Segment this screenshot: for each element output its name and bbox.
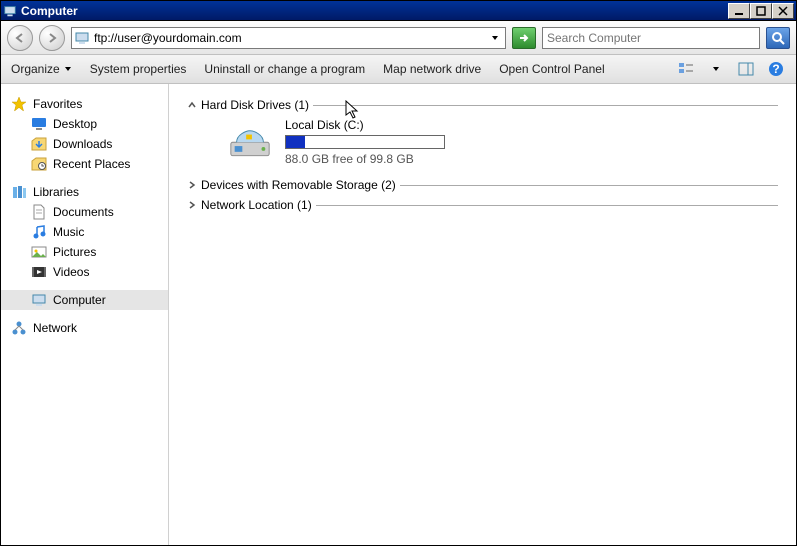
sidebar-item-downloads[interactable]: Downloads	[11, 134, 158, 154]
chevron-down-icon	[64, 65, 72, 73]
command-toolbar: Organize System properties Uninstall or …	[1, 55, 796, 84]
back-button[interactable]	[7, 25, 33, 51]
expand-icon	[187, 180, 197, 190]
view-dropdown-button[interactable]	[706, 59, 726, 79]
go-button[interactable]	[512, 27, 536, 49]
desktop-icon	[31, 116, 47, 132]
sidebar-item-videos[interactable]: Videos	[11, 262, 158, 282]
window-title: Computer	[21, 4, 728, 18]
close-button[interactable]	[772, 3, 794, 19]
search-button[interactable]	[766, 27, 790, 49]
section-removable-label: Devices with Removable Storage (2)	[201, 178, 396, 192]
maximize-button[interactable]	[750, 3, 772, 19]
section-removable[interactable]: Devices with Removable Storage (2)	[187, 178, 778, 192]
computer-icon	[3, 4, 17, 18]
navigation-pane: Favorites Desktop Downloads Recent Place…	[1, 84, 169, 545]
divider	[316, 205, 778, 206]
computer-icon	[31, 292, 47, 308]
address-bar[interactable]	[71, 27, 506, 49]
uninstall-button[interactable]: Uninstall or change a program	[204, 62, 365, 76]
section-hdd[interactable]: Hard Disk Drives (1)	[187, 98, 778, 112]
hard-disk-icon	[227, 124, 273, 160]
content-pane: Hard Disk Drives (1) Local Disk (C:) 88.…	[169, 84, 796, 545]
divider	[313, 105, 778, 106]
system-properties-button[interactable]: System properties	[90, 62, 187, 76]
section-hdd-label: Hard Disk Drives (1)	[201, 98, 309, 112]
expand-icon	[187, 200, 197, 210]
help-button[interactable]: ?	[766, 59, 786, 79]
favorites-header[interactable]: Favorites	[11, 94, 158, 114]
documents-icon	[31, 204, 47, 220]
organize-button[interactable]: Organize	[11, 62, 72, 76]
libraries-icon	[11, 184, 27, 200]
forward-button[interactable]	[39, 25, 65, 51]
drive-free-text: 88.0 GB free of 99.8 GB	[285, 152, 445, 166]
sidebar-item-recent[interactable]: Recent Places	[11, 154, 158, 174]
sidebar-item-music[interactable]: Music	[11, 222, 158, 242]
pictures-icon	[31, 244, 47, 260]
address-dropdown-button[interactable]	[487, 34, 503, 42]
computer-icon	[74, 30, 90, 46]
map-drive-button[interactable]: Map network drive	[383, 62, 481, 76]
sidebar-item-pictures[interactable]: Pictures	[11, 242, 158, 262]
control-panel-button[interactable]: Open Control Panel	[499, 62, 604, 76]
libraries-header[interactable]: Libraries	[11, 182, 158, 202]
sidebar-item-documents[interactable]: Documents	[11, 202, 158, 222]
search-input[interactable]	[547, 31, 755, 45]
sidebar-item-network[interactable]: Network	[11, 318, 158, 338]
svg-text:?: ?	[772, 62, 779, 76]
recent-icon	[31, 156, 47, 172]
libraries-label: Libraries	[33, 185, 79, 199]
downloads-icon	[31, 136, 47, 152]
preview-pane-button[interactable]	[736, 59, 756, 79]
sidebar-item-desktop[interactable]: Desktop	[11, 114, 158, 134]
section-netloc[interactable]: Network Location (1)	[187, 198, 778, 212]
drive-item[interactable]: Local Disk (C:) 88.0 GB free of 99.8 GB	[227, 118, 778, 166]
section-netloc-label: Network Location (1)	[201, 198, 312, 212]
videos-icon	[31, 264, 47, 280]
navigation-bar	[1, 21, 796, 55]
favorites-label: Favorites	[33, 97, 82, 111]
divider	[400, 185, 778, 186]
view-options-button[interactable]	[676, 59, 696, 79]
star-icon	[11, 96, 27, 112]
network-icon	[11, 320, 27, 336]
music-icon	[31, 224, 47, 240]
drive-usage-bar	[285, 135, 445, 149]
search-box[interactable]	[542, 27, 760, 49]
collapse-icon	[187, 100, 197, 110]
sidebar-item-computer[interactable]: Computer	[1, 290, 168, 310]
drive-name: Local Disk (C:)	[285, 118, 445, 132]
address-input[interactable]	[94, 29, 487, 47]
title-bar: Computer	[1, 1, 796, 21]
minimize-button[interactable]	[728, 3, 750, 19]
window-controls	[728, 3, 794, 19]
